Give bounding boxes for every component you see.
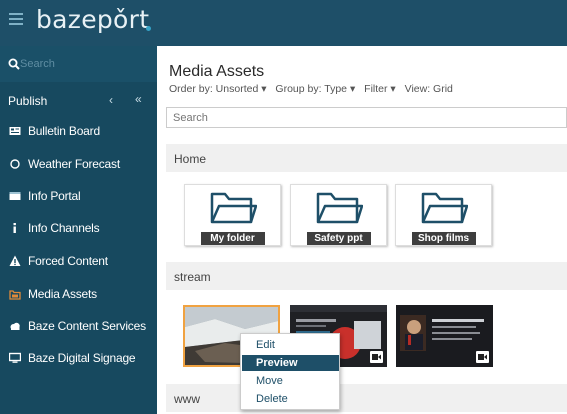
video-camera-icon	[476, 351, 489, 363]
sidebar-item-weather-forecast[interactable]: Weather Forecast	[0, 149, 157, 179]
folder-label: Shop films	[411, 232, 476, 245]
sidebar-item-label: Weather Forecast	[28, 157, 120, 171]
context-menu-edit[interactable]: Edit	[242, 337, 339, 353]
sidebar-item-label: Bulletin Board	[28, 124, 100, 138]
folder-label-bar: Shop films	[396, 232, 491, 245]
logo-dot	[146, 26, 151, 31]
media-assets-icon	[9, 290, 21, 300]
sidebar-item-label: Info Channels	[28, 221, 100, 235]
view-mode-dropdown[interactable]: View: Grid	[405, 83, 453, 95]
double-chevron-left-icon[interactable]: «	[135, 92, 142, 106]
caret-down-icon: ▾	[349, 83, 356, 95]
bulletin-board-icon	[9, 127, 21, 135]
publish-label: Publish	[8, 94, 48, 108]
caret-down-icon: ▾	[261, 83, 267, 95]
app-logo: bazepǒrt	[36, 5, 150, 34]
folder-icon	[421, 192, 468, 224]
sidebar-item-label: Info Portal	[28, 189, 81, 203]
section-label: stream	[174, 270, 211, 284]
sidebar-publish-header[interactable]: Publish ‹ «	[0, 86, 157, 116]
context-menu-preview[interactable]: Preview	[242, 355, 339, 371]
section-label: www	[174, 392, 200, 406]
media-thumbnail[interactable]	[396, 305, 493, 367]
section-header-www[interactable]: www	[166, 384, 567, 412]
caret-down-icon: ▾	[390, 83, 396, 95]
asset-search-input[interactable]	[167, 108, 566, 128]
sidebar-item-baze-digital-signage[interactable]: Baze Digital Signage	[0, 343, 157, 373]
context-menu-move[interactable]: Move	[242, 373, 339, 389]
folder-tile-my-folder[interactable]: My folder	[184, 184, 281, 246]
weather-icon	[10, 159, 20, 169]
group-by-dropdown[interactable]: Group by: Type ▾	[275, 83, 355, 95]
hamburger-icon[interactable]	[9, 13, 23, 27]
folder-icon	[316, 192, 363, 224]
info-portal-icon	[9, 192, 21, 200]
chevron-left-icon[interactable]: ‹	[109, 93, 113, 107]
section-header-home[interactable]: Home	[166, 144, 567, 172]
main-content: Media Assets Order by: Unsorted ▾ Group …	[157, 46, 567, 414]
folder-tile-shop-films[interactable]: Shop films	[395, 184, 492, 246]
sidebar-item-label: Baze Content Services	[28, 319, 146, 333]
sidebar-item-bulletin-board[interactable]: Bulletin Board	[0, 116, 157, 146]
context-menu: Edit Preview Move Delete	[240, 333, 340, 410]
section-label: Home	[174, 152, 207, 166]
page-title: Media Assets	[169, 63, 265, 80]
sidebar: Search Publish ‹ « Bulletin Board Weathe…	[0, 46, 157, 414]
folder-label-bar: Safety ppt	[291, 232, 386, 245]
folder-tile-safety-ppt[interactable]: Safety ppt	[290, 184, 387, 246]
folder-label: My folder	[200, 232, 265, 245]
sidebar-item-label: Baze Digital Signage	[28, 351, 136, 365]
sidebar-item-label: Forced Content	[28, 254, 108, 268]
info-icon	[13, 223, 16, 233]
cloud-icon	[10, 322, 20, 330]
sidebar-item-info-portal[interactable]: Info Portal	[0, 181, 157, 211]
folder-icon	[210, 192, 257, 224]
app-header: bazepǒrt	[0, 0, 567, 46]
search-icon	[8, 58, 20, 70]
monitor-icon	[9, 352, 21, 363]
video-camera-icon	[370, 351, 383, 363]
folder-label: Safety ppt	[306, 232, 371, 245]
sidebar-item-media-assets[interactable]: Media Assets	[0, 279, 157, 309]
order-by-dropdown[interactable]: Order by: Unsorted ▾	[169, 83, 267, 95]
sidebar-item-info-channels[interactable]: Info Channels	[0, 213, 157, 243]
section-header-stream[interactable]: stream	[166, 262, 567, 290]
sidebar-item-forced-content[interactable]: Forced Content	[0, 246, 157, 276]
sidebar-search-placeholder: Search	[20, 58, 55, 70]
sidebar-search[interactable]: Search	[0, 46, 157, 82]
context-menu-delete[interactable]: Delete	[242, 391, 339, 407]
asset-search-box	[166, 107, 567, 128]
filter-dropdown[interactable]: Filter ▾	[364, 83, 396, 95]
sidebar-item-label: Media Assets	[28, 287, 97, 301]
sidebar-item-baze-content-services[interactable]: Baze Content Services	[0, 311, 157, 341]
warning-icon	[9, 255, 21, 266]
folder-label-bar: My folder	[185, 232, 280, 245]
view-toolbar: Order by: Unsorted ▾ Group by: Type ▾ Fi…	[169, 83, 459, 95]
